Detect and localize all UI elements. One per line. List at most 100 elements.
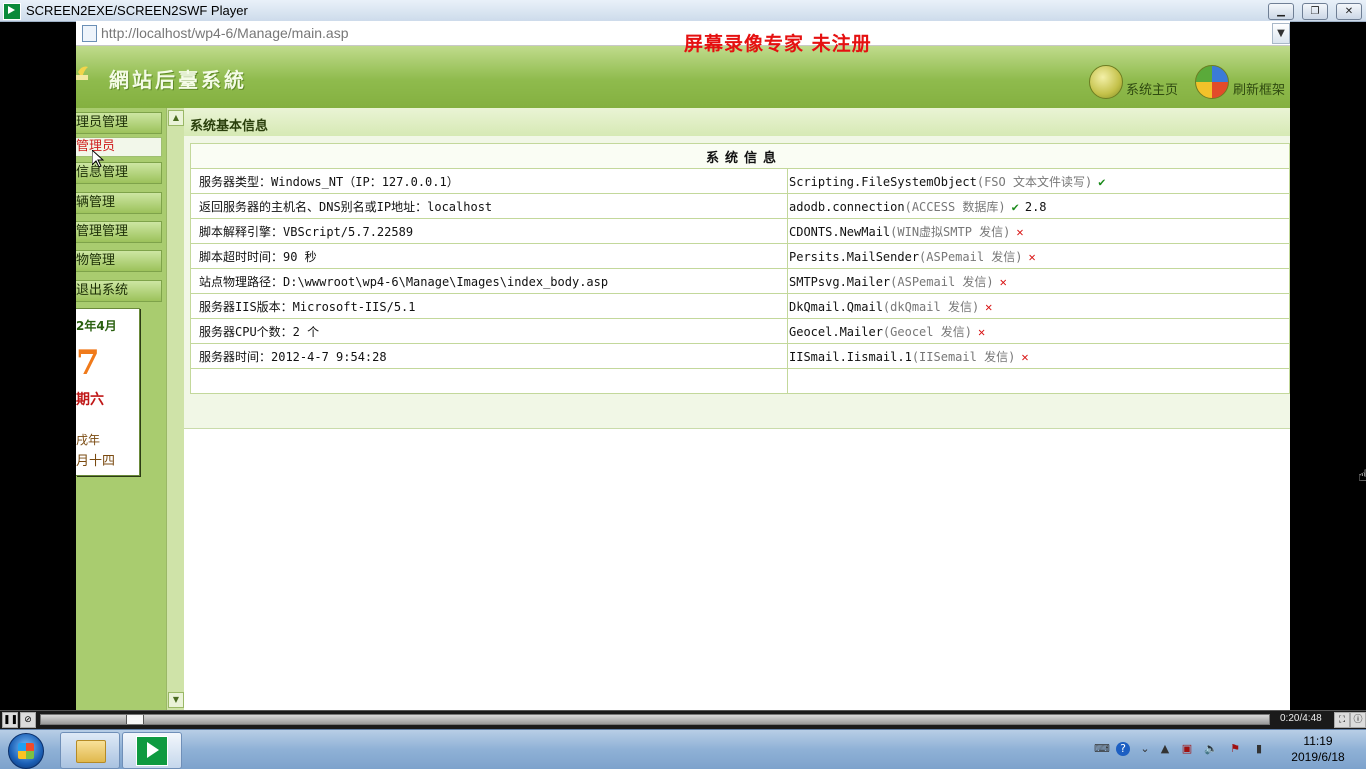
component-desc: (ASPemail 发信) [890, 274, 994, 289]
component-desc: (ACCESS 数据库) [904, 199, 1006, 214]
component-cell: Scripting.FileSystemObject(FSO 文本文件读写) ✔ [787, 168, 1290, 194]
component-name: Geocel.Mailer [789, 324, 883, 339]
cross-icon: ✕ [1016, 224, 1024, 239]
app-icon [3, 3, 21, 20]
speaker-icon[interactable]: 🔈 [1204, 742, 1218, 756]
table-row: 服务器IIS版本：Microsoft-IIS/5.1 DkQmail.Qmail(… [190, 293, 1290, 319]
minimize-icon: ▁ [1277, 6, 1285, 17]
info-button[interactable]: ⓘ [1350, 712, 1366, 728]
logo-icon [76, 64, 90, 80]
table-row: 服务器CPU个数：2 个 Geocel.Mailer(Geocel 发信) ✕ [190, 318, 1290, 344]
site-header: 網站后臺系統 系统主页 刷新框架 [76, 46, 1290, 108]
component-cell: SMTPsvg.Mailer(ASPemail 发信) ✕ [787, 268, 1290, 294]
calendar-ganzhi: 戌年 [76, 433, 101, 447]
cross-icon: ✕ [999, 274, 1007, 289]
component-desc: (IISemail 发信) [911, 349, 1016, 364]
refresh-frame-link[interactable]: 刷新框架 [1233, 79, 1285, 98]
help-icon[interactable]: ? [1116, 742, 1130, 756]
seek-thumb[interactable] [126, 715, 144, 724]
stop-button[interactable]: ⊘ [20, 712, 36, 728]
component-cell: IISmail.Iismail.1(IISemail 发信) ✕ [787, 343, 1290, 369]
home-icon[interactable] [1089, 65, 1123, 99]
home-link[interactable]: 系统主页 [1126, 79, 1178, 98]
clock-date: 2019/6/18 [1291, 750, 1345, 764]
stop-icon: ⊘ [24, 715, 32, 725]
component-cell: DkQmail.Qmail(dkQmail 发信) ✕ [787, 293, 1290, 319]
server-info-cell: 服务器CPU个数：2 个 [190, 318, 788, 344]
signal-icon[interactable]: ▮ [1252, 742, 1266, 756]
check-icon: ✔ [1011, 199, 1019, 214]
address-bar: http://localhost/wp4-6/Manage/main.asp ▼ [76, 21, 1290, 46]
empty-cell [787, 368, 1290, 394]
scroll-up-button[interactable]: ▲ [168, 110, 184, 126]
component-name: adodb.connection [789, 199, 905, 214]
system-info-panel: 系统信息 服务器类型：Windows_NT（IP：127.0.0.1） Scrip… [184, 136, 1290, 429]
mouse-cursor-icon [91, 148, 105, 171]
sidebar-item-admin-manage[interactable]: 理员管理 [76, 112, 162, 134]
minimize-button[interactable]: ▁ [1268, 3, 1294, 20]
address-dropdown-button[interactable]: ▼ [1272, 23, 1290, 44]
cross-icon: ✕ [985, 299, 993, 314]
component-name: SMTPsvg.Mailer [789, 274, 891, 289]
component-name: CDONTS.NewMail [789, 224, 891, 239]
component-desc: (ASPemail 发信) [919, 249, 1023, 264]
calendar-year-month: 2年4月 [76, 319, 117, 333]
calendar-lunar-date: 月十四 [76, 454, 116, 469]
table-row: 站点物理路径：D:\wwwroot\wp4-6\Manage\Images\in… [190, 268, 1290, 294]
tray-arrow-icon[interactable]: ⌄ [1138, 742, 1152, 756]
server-info-cell: 脚本超时时间：90 秒 [190, 243, 788, 269]
server-info-cell: 服务器类型：Windows_NT（IP：127.0.0.1） [190, 168, 788, 194]
cross-icon: ✕ [1021, 349, 1029, 364]
seek-bar[interactable] [40, 714, 1270, 725]
site-logo-text: 網站后臺系統 [109, 68, 247, 92]
fullscreen-icon: ⛶ [1338, 715, 1346, 725]
check-icon: ✔ [1098, 174, 1106, 189]
action-center-icon[interactable]: ⚑ [1228, 742, 1242, 756]
sidebar-subitem-admin[interactable]: 管理员 [76, 137, 162, 157]
window-titlebar: SCREEN2EXE/SCREEN2SWF Player ▁ ❐ ✕ [0, 0, 1366, 22]
maximize-icon: ❐ [1310, 6, 1320, 17]
table-header: 系统信息 [190, 143, 1290, 169]
watermark-text: 屏幕录像专家 未注册 [684, 33, 872, 55]
server-info-cell: 站点物理路径：D:\wwwroot\wp4-6\Manage\Images\in… [190, 268, 788, 294]
component-cell: adodb.connection(ACCESS 数据库) ✔ 2.8 [787, 193, 1290, 219]
network-icon[interactable]: ▣ [1180, 742, 1194, 756]
component-name: DkQmail.Qmail [789, 299, 883, 314]
table-row: 返回服务器的主机名、DNS别名或IP地址：localhost adodb.conn… [190, 193, 1290, 219]
empty-cell [190, 368, 788, 394]
refresh-icon[interactable] [1195, 65, 1229, 99]
table-row-empty [190, 368, 1290, 394]
fullscreen-button[interactable]: ⛶ [1334, 712, 1350, 728]
section-title: 系统基本信息 [190, 119, 269, 134]
sidebar: 理员管理 管理员 信息管理 辆管理 管理管理 物管理 退出系统 2年4月 7 期… [76, 108, 166, 710]
component-cell: CDONTS.NewMail(WIN虚拟SMTP 发信) ✕ [787, 218, 1290, 244]
close-button[interactable]: ✕ [1336, 3, 1362, 20]
start-button[interactable] [8, 733, 44, 769]
maximize-button[interactable]: ❐ [1302, 3, 1328, 20]
component-cell: Geocel.Mailer(Geocel 发信) ✕ [787, 318, 1290, 344]
calendar-weekday: 期六 [76, 392, 104, 408]
main-frame: 系统基本信息 系统信息 服务器类型：Windows_NT（IP：127.0.0.… [184, 108, 1290, 710]
start-orb-icon [18, 743, 34, 759]
table-row: 脚本解释引擎：VBScript/5.7.22589 CDONTS.NewMail(… [190, 218, 1290, 244]
sidebar-item-info-manage[interactable]: 信息管理 [76, 162, 162, 184]
pause-button[interactable]: ❚❚ [2, 712, 18, 728]
cross-icon: ✕ [977, 324, 986, 339]
hand-cursor-icon: ☝ [1358, 466, 1366, 485]
taskbar-explorer-button[interactable] [60, 732, 120, 769]
show-hidden-icons-icon[interactable]: ▲ [1158, 742, 1172, 756]
scroll-down-button[interactable]: ▼ [168, 692, 184, 708]
url-field[interactable]: http://localhost/wp4-6/Manage/main.asp [101, 25, 348, 41]
sidebar-item-manage[interactable]: 管理管理 [76, 221, 162, 243]
sidebar-item-goods-manage[interactable]: 物管理 [76, 250, 162, 272]
player-app-icon [136, 736, 168, 766]
sidebar-item-vehicle-manage[interactable]: 辆管理 [76, 192, 162, 214]
table-row: 服务器类型：Windows_NT（IP：127.0.0.1） Scripting.… [190, 168, 1290, 194]
sidebar-scrollbar[interactable]: ▲ ▼ [166, 108, 185, 710]
taskbar-player-button[interactable] [122, 732, 182, 769]
close-icon: ✕ [1344, 6, 1354, 17]
sidebar-item-logout[interactable]: 退出系统 [76, 280, 162, 302]
keyboard-icon[interactable]: ⌨ [1094, 742, 1110, 756]
taskbar-clock[interactable]: 11:19 2019/6/18 [1282, 733, 1354, 765]
server-info-cell: 返回服务器的主机名、DNS别名或IP地址：localhost [190, 193, 788, 219]
